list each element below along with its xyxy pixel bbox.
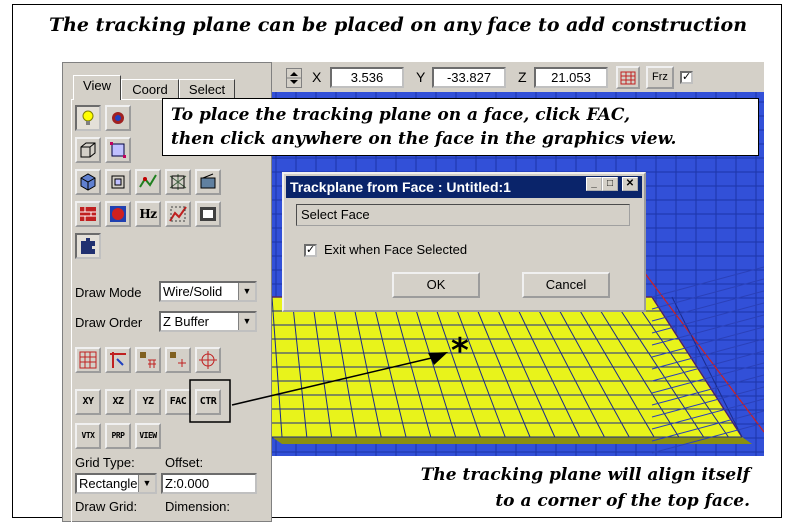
tab-view[interactable]: View	[73, 75, 121, 100]
bottom-caption-line2: to a corner of the top face.	[495, 491, 750, 511]
arrowhead	[428, 352, 448, 365]
exit-checkbox-label: Exit when Face Selected	[324, 242, 468, 257]
callout-line2: then click anywhere on the face in the g…	[171, 129, 677, 149]
click-point-icon: *	[451, 331, 469, 371]
instruction-callout: To place the tracking plane on a face, c…	[162, 98, 759, 156]
minimize-icon[interactable]: _	[586, 177, 602, 191]
pointer-arrow	[231, 355, 441, 406]
close-icon[interactable]: ✕	[622, 177, 638, 191]
dialog-status: Select Face	[296, 204, 630, 226]
trackplane-dialog: Trackplane from Face : Untitled:1 _ □ ✕ …	[282, 172, 646, 312]
exit-checkbox[interactable]: ✓	[304, 244, 317, 257]
fac-highlight-box	[189, 379, 231, 423]
bottom-caption: The tracking plane will align itself to …	[330, 462, 750, 514]
callout-line1: To place the tracking plane on a face, c…	[171, 105, 630, 125]
bottom-caption-line1: The tracking plane will align itself	[420, 465, 750, 485]
cancel-button[interactable]: Cancel	[522, 272, 610, 298]
maximize-icon[interactable]: □	[602, 177, 618, 191]
ok-button[interactable]: OK	[392, 272, 480, 298]
